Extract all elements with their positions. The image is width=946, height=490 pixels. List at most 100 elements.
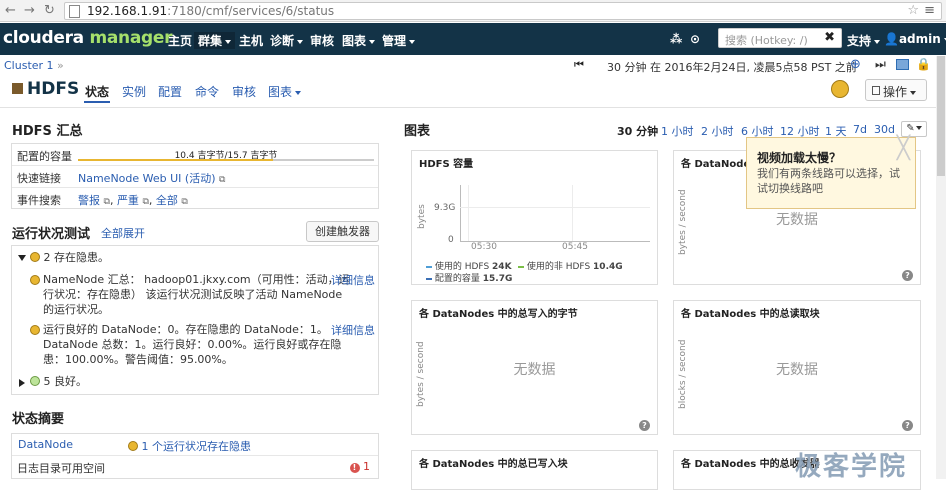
tab-configuration[interactable]: 配置 <box>158 83 182 100</box>
gridline <box>460 207 650 208</box>
range-2h[interactable]: 2 小时 <box>701 123 734 139</box>
no-data-text: 无数据 <box>776 212 818 228</box>
timeline-back-icon[interactable]: ⏮ <box>574 58 584 72</box>
service-health-indicator <box>831 80 849 98</box>
nav-support[interactable]: 支持 <box>847 32 881 49</box>
help-icon[interactable]: ? <box>902 420 913 431</box>
help-icon[interactable]: ? <box>902 270 913 281</box>
nav-user[interactable]: 👤admin <box>884 32 946 46</box>
create-trigger-button[interactable]: 创建触发器 <box>306 221 379 242</box>
legend-item: 配置的容量 15.7G <box>426 271 512 284</box>
capacity-label: 配置的容量 <box>17 150 72 163</box>
hdfs-service-icon <box>12 83 23 94</box>
quicklink-label: 快速链接 <box>17 172 61 185</box>
tab-instances[interactable]: 实例 <box>122 83 146 100</box>
gridline <box>468 185 469 241</box>
url-text: 192.168.1.91:7180/cmf/services/6/status <box>87 4 335 18</box>
tab-status[interactable]: 状态 <box>85 83 109 100</box>
legend-swatch <box>518 265 524 268</box>
tab-commands[interactable]: 命令 <box>195 83 219 100</box>
tab-charts[interactable]: 图表 <box>268 83 302 100</box>
chevron-down-icon <box>225 39 232 44</box>
datanode-link[interactable]: DataNode <box>18 438 73 451</box>
breadcrumb-separator: » <box>57 59 64 72</box>
chart-card-blocks-written: 各 DataNodes 中的总已写入块 <box>411 450 658 490</box>
y-tick-label: 0 <box>448 235 454 245</box>
x-tick-label: 05:30 <box>471 242 497 252</box>
chart-title: HDFS 容量 <box>419 159 474 170</box>
gridline <box>572 185 573 241</box>
summary-row-quicklinks: 快速链接 NameNode Web UI (活动) ⧉ <box>12 166 378 188</box>
events-all-link[interactable]: 全部 <box>156 194 178 207</box>
image-icon[interactable] <box>896 59 909 70</box>
log-dir-alert[interactable]: ! 1 <box>349 460 370 473</box>
summary-table: 配置的容量 10.4 吉字节/15.7 吉字节 快速链接 NameNode We… <box>11 143 379 209</box>
external-link-icon: ⧉ <box>103 197 110 207</box>
nav-hosts[interactable]: 主机 <box>239 32 263 49</box>
health-tests-panel: 2 存在隐患。 NameNode 汇总： hadoop01.jkxy.com（可… <box>11 245 379 395</box>
browser-toolbar: ← → ↻ 192.168.1.91:7180/cmf/services/6/s… <box>0 0 946 22</box>
cloudera-logo[interactable]: cloudera manager <box>3 28 173 48</box>
range-1h[interactable]: 1 小时 <box>661 123 694 139</box>
events-alert-link[interactable]: 警报 <box>78 194 100 207</box>
parcel-icon[interactable]: ⁂ <box>670 32 682 46</box>
timeline-forward-icon[interactable]: ⏭ <box>875 57 886 72</box>
reload-icon[interactable]: ↻ <box>44 3 55 18</box>
clear-search-icon[interactable]: ✖ <box>824 30 835 45</box>
page-scrollbar[interactable] <box>936 56 946 479</box>
range-7d[interactable]: 7d <box>853 123 867 136</box>
bookmark-star-icon[interactable]: ☆ <box>907 3 919 18</box>
expand-icon[interactable] <box>19 379 25 387</box>
details-link-datanode[interactable]: 详细信息 <box>331 322 375 338</box>
nav-home[interactable]: 主页 <box>168 32 192 49</box>
health-item-datanode: 运行良好的 DataNode：0。存在隐患的 DataNode：1。 DataN… <box>43 323 342 366</box>
status-summary-title: 状态摘要 <box>12 412 65 427</box>
page-icon <box>69 5 80 18</box>
warning-status-icon <box>30 275 40 285</box>
namenode-web-ui-link[interactable]: NameNode Web UI (活动) <box>78 172 216 185</box>
nav-admin[interactable]: 管理 <box>382 32 416 49</box>
actions-button[interactable]: 操作 <box>865 79 927 101</box>
collapse-icon[interactable] <box>18 255 26 261</box>
summary-title: HDFS 汇总 <box>12 124 83 139</box>
lock-icon[interactable]: 🔒 <box>916 57 931 71</box>
datanode-health-link[interactable]: 1 个运行状况存在隐患 <box>142 440 252 453</box>
alert-icon: ! <box>349 463 360 473</box>
details-link-namenode[interactable]: 详细信息 <box>331 272 375 288</box>
edit-charts-button[interactable]: ✎ <box>901 121 927 137</box>
health-group-warning[interactable]: 2 存在隐患。 <box>30 250 109 265</box>
no-data-text: 无数据 <box>776 362 818 378</box>
nav-clusters[interactable]: 群集 <box>194 32 236 49</box>
tab-audits[interactable]: 审核 <box>232 83 256 100</box>
zoom-icon[interactable]: ⊕ <box>850 57 861 72</box>
warning-status-icon <box>128 441 138 451</box>
popup-title: 视频加载太慢？ <box>757 151 842 165</box>
health-group-good[interactable]: 5 良好。 <box>30 374 87 389</box>
address-bar[interactable]: 192.168.1.91:7180/cmf/services/6/status … <box>64 2 942 20</box>
forward-icon[interactable]: → <box>24 3 35 18</box>
y-axis-label: bytes <box>417 204 427 229</box>
active-tab-indicator <box>84 101 110 103</box>
header-divider <box>0 107 946 108</box>
close-icon[interactable]: ╳ <box>897 138 910 160</box>
help-icon[interactable]: ? <box>639 420 650 431</box>
warning-status-icon <box>30 252 40 262</box>
slow-video-popup[interactable]: 视频加载太慢？ 我们有两条线路可以选择，试试切换线路吧 ╳ <box>746 137 916 209</box>
nav-audits[interactable]: 审核 <box>310 32 334 49</box>
x-tick-label: 05:45 <box>562 242 588 252</box>
external-link-icon: ⧉ <box>142 197 149 207</box>
running-commands-icon[interactable]: ⊙ <box>690 32 700 46</box>
back-icon[interactable]: ← <box>5 3 16 18</box>
search-input[interactable]: 搜索 (Hotkey: /) ✖ <box>718 28 842 48</box>
scrollbar-thumb[interactable] <box>937 56 945 176</box>
breadcrumb-cluster[interactable]: Cluster 1 <box>4 59 54 72</box>
nav-diagnostics[interactable]: 诊断 <box>270 32 304 49</box>
events-severe-link[interactable]: 严重 <box>117 194 139 207</box>
nav-charts[interactable]: 图表 <box>342 32 376 49</box>
browser-menu-icon[interactable]: ≡ <box>924 3 935 18</box>
range-30m[interactable]: 30 分钟 <box>617 123 658 139</box>
range-30d[interactable]: 30d <box>874 123 895 136</box>
expand-all-link[interactable]: 全部展开 <box>101 225 145 241</box>
y-axis <box>460 185 461 241</box>
warning-status-icon <box>30 325 40 335</box>
